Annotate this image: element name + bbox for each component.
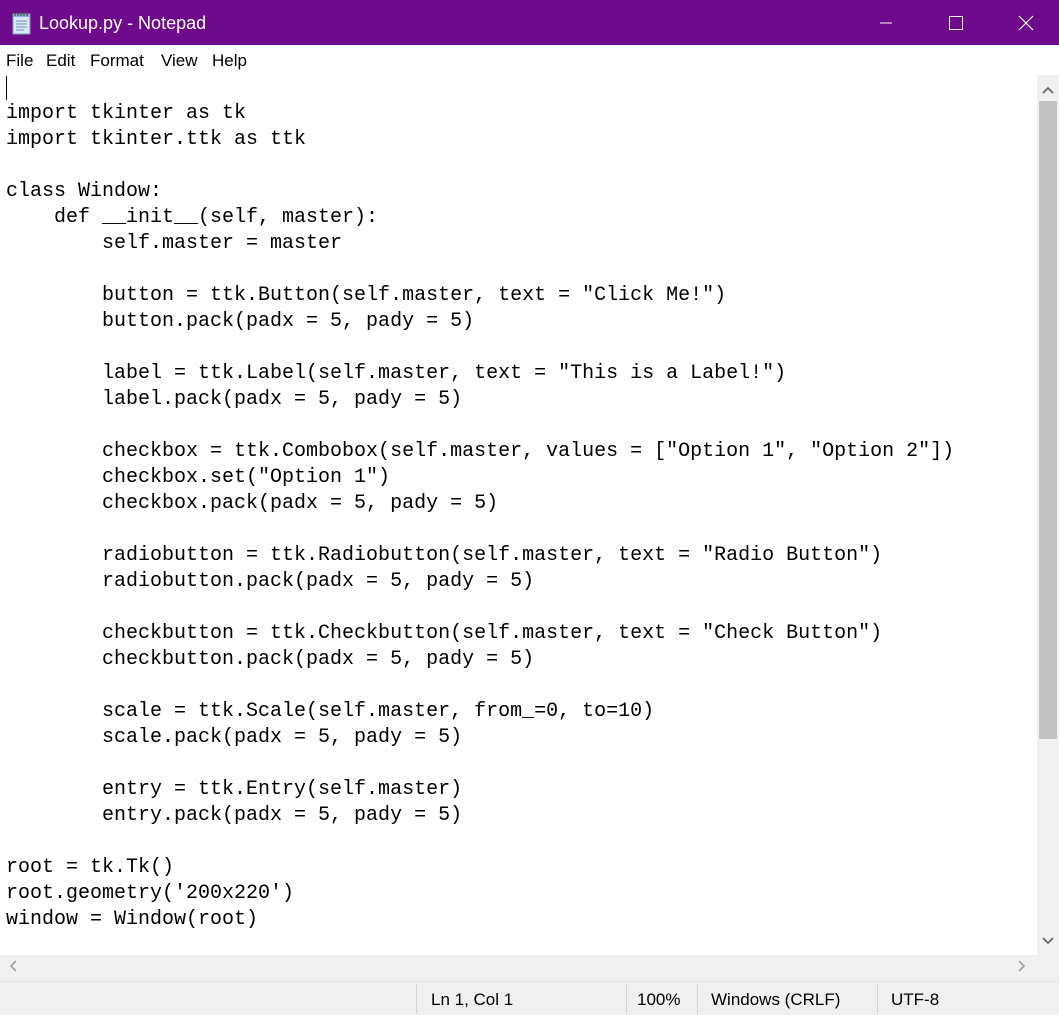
code-line: entry.pack(padx = 5, pady = 5): [6, 804, 463, 827]
status-divider: [416, 984, 417, 1014]
close-button[interactable]: [991, 0, 1059, 45]
chevron-down-icon: [1042, 932, 1054, 950]
scroll-up-button[interactable]: [1037, 79, 1059, 101]
code-line: class Window:: [6, 180, 163, 203]
scrollbar-corner: [1037, 955, 1059, 981]
scroll-down-button[interactable]: [1037, 930, 1059, 952]
chevron-up-icon: [1042, 81, 1054, 99]
notepad-app-icon: [11, 11, 33, 35]
code-line: checkbox = ttk.Combobox(self.master, val…: [6, 440, 955, 463]
menu-file[interactable]: File: [6, 50, 33, 72]
code-line: button.pack(padx = 5, pady = 5): [6, 310, 475, 333]
code-line: label = ttk.Label(self.master, text = "T…: [6, 362, 787, 385]
vertical-scroll-thumb[interactable]: [1039, 101, 1057, 739]
code-line: root = tk.Tk(): [6, 856, 175, 879]
close-icon: [1018, 15, 1034, 31]
cursor-position: Ln 1, Col 1: [431, 990, 514, 1009]
chevron-left-icon: [9, 959, 17, 977]
code-line: checkbox.set("Option 1"): [6, 466, 391, 489]
maximize-icon: [949, 15, 963, 30]
text-editor[interactable]: import tkinter as tk import tkinter.ttk …: [0, 75, 1037, 955]
menu-format[interactable]: Format: [90, 50, 144, 72]
text-caret: [6, 76, 7, 100]
code-line: import tkinter.ttk as ttk: [6, 128, 307, 151]
code-line: self.master = master: [6, 232, 343, 255]
title-bar[interactable]: Lookup.py - Notepad: [0, 0, 1059, 45]
encoding: UTF-8: [891, 990, 940, 1009]
code-line: scale.pack(padx = 5, pady = 5): [6, 726, 463, 749]
code-line: radiobutton.pack(padx = 5, pady = 5): [6, 570, 535, 593]
vertical-scrollbar[interactable]: [1037, 75, 1059, 955]
status-divider: [626, 984, 627, 1014]
code-line: window = Window(root): [6, 908, 259, 931]
code-line: def __init__(self, master):: [6, 206, 379, 229]
status-bar: Ln 1, Col 1 100% Windows (CRLF) UTF-8: [0, 981, 1059, 1015]
code-line: import tkinter as tk: [6, 102, 247, 125]
line-ending: Windows (CRLF): [711, 990, 841, 1009]
menu-edit[interactable]: Edit: [46, 50, 75, 72]
horizontal-scrollbar[interactable]: [0, 955, 1037, 981]
scroll-left-button[interactable]: [2, 957, 24, 979]
scroll-right-button[interactable]: [1011, 957, 1033, 979]
window-title: Lookup.py - Notepad: [39, 13, 207, 33]
code-line: checkbutton = ttk.Checkbutton(self.maste…: [6, 622, 883, 645]
menu-help[interactable]: Help: [212, 50, 247, 72]
code-line: radiobutton = ttk.Radiobutton(self.maste…: [6, 544, 883, 567]
chevron-right-icon: [1018, 959, 1026, 977]
status-divider: [877, 984, 878, 1014]
code-line: checkbox.pack(padx = 5, pady = 5): [6, 492, 499, 515]
minimize-button[interactable]: [851, 0, 921, 45]
code-line: button = ttk.Button(self.master, text = …: [6, 284, 727, 307]
menu-view[interactable]: View: [161, 50, 198, 72]
code-line: checkbutton.pack(padx = 5, pady = 5): [6, 648, 535, 671]
minimize-icon: [880, 17, 892, 29]
code-line: scale = ttk.Scale(self.master, from_=0, …: [6, 700, 655, 723]
zoom-level: 100%: [637, 990, 681, 1009]
maximize-button[interactable]: [921, 0, 991, 45]
menu-bar: File Edit Format View Help: [0, 45, 1059, 75]
code-line: entry = ttk.Entry(self.master): [6, 778, 463, 801]
code-line: label.pack(padx = 5, pady = 5): [6, 388, 463, 411]
status-divider: [697, 984, 698, 1014]
code-line: root.geometry('200x220'): [6, 882, 295, 905]
